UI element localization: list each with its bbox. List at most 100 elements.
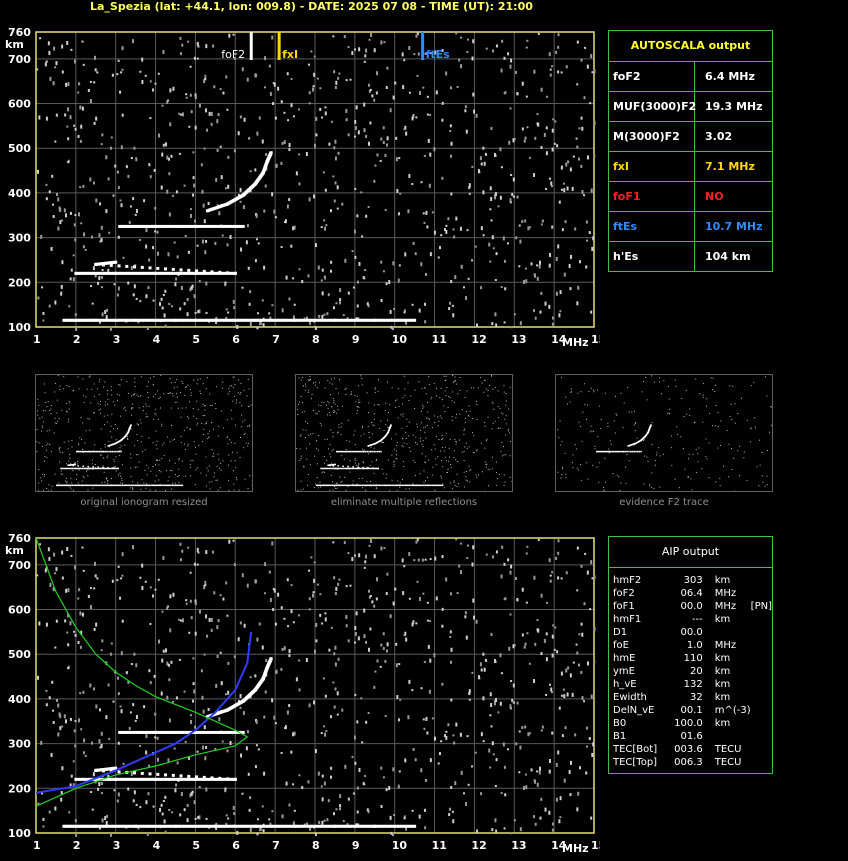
noise-dot — [554, 626, 557, 629]
noise-dot — [254, 765, 257, 769]
thumb-noise — [682, 448, 684, 450]
noise-dot — [152, 246, 155, 250]
noise-dot — [285, 275, 288, 280]
noise-dot — [551, 634, 554, 639]
noise-dot — [437, 256, 440, 259]
thumb-trace — [336, 484, 338, 487]
thumb-noise — [42, 445, 44, 447]
thumb-noise — [354, 430, 356, 432]
thumb-noise — [607, 425, 609, 427]
thumb-trace — [137, 484, 139, 487]
thumb-trace — [131, 484, 134, 487]
noise-dot — [385, 649, 388, 653]
thumb-noise — [414, 461, 416, 463]
thumb-noise — [189, 429, 191, 431]
noise-dot — [53, 552, 56, 557]
thumb-trace — [73, 484, 75, 487]
noise-dot — [382, 776, 385, 779]
thumb-noise — [119, 455, 121, 457]
thumb-trace — [343, 467, 345, 470]
noise-dot — [162, 799, 165, 802]
thumb-noise — [396, 490, 398, 491]
noise-dot — [292, 226, 295, 231]
marker-bar — [421, 32, 425, 60]
noise-dot — [98, 276, 101, 281]
thumb-trace — [624, 450, 627, 453]
noise-dot — [585, 771, 588, 775]
thumb-noise — [734, 403, 736, 405]
noise-dot — [503, 92, 506, 95]
noise-dot — [574, 733, 577, 737]
noise-dot — [61, 725, 64, 728]
y-unit-label: km — [5, 544, 24, 557]
noise-dot — [193, 183, 196, 188]
thumb-noise — [306, 484, 308, 486]
thumb-noise — [406, 418, 408, 420]
noise-dot — [204, 756, 207, 761]
thumb-noise — [337, 431, 339, 433]
thumb-noise — [68, 460, 70, 462]
thumb-trace — [353, 484, 355, 487]
thumb-noise — [213, 455, 215, 457]
thumb-noise — [167, 480, 169, 482]
thumb-noise — [183, 443, 185, 445]
noise-dot — [456, 86, 459, 89]
noise-dot — [313, 578, 316, 583]
trace-point — [140, 265, 144, 269]
noise-dot — [485, 553, 488, 556]
thumb-noise — [230, 441, 232, 443]
thumb-noise — [315, 412, 317, 414]
trace-point — [196, 224, 200, 228]
thumb-noise — [712, 388, 714, 390]
noise-dot — [99, 202, 102, 206]
noise-dot — [186, 312, 189, 317]
noise-dot — [560, 577, 563, 580]
thumb-noise — [404, 394, 406, 396]
thumb-noise — [205, 474, 207, 476]
noise-dot — [536, 113, 539, 116]
thumb-noise — [444, 456, 446, 458]
thumb-noise — [451, 416, 453, 418]
noise-dot — [482, 146, 485, 150]
thumb-noise — [333, 402, 335, 404]
y-tick-label: 200 — [8, 276, 31, 289]
thumb-noise — [77, 461, 79, 463]
noise-dot — [579, 260, 582, 264]
noise-dot — [585, 726, 588, 730]
thumb-noise — [154, 480, 156, 482]
thumb-noise — [136, 466, 138, 468]
trace-point — [201, 730, 205, 734]
thumb-trace — [73, 467, 75, 470]
thumb-noise — [706, 458, 708, 460]
thumb-noise — [209, 393, 211, 395]
noise-dot — [221, 740, 224, 743]
thumb-noise — [457, 393, 459, 395]
thumb-trace — [98, 450, 101, 453]
thumb-noise — [302, 488, 304, 490]
noise-dot — [40, 740, 43, 745]
x-tick-label: 6 — [232, 839, 240, 852]
thumb-noise — [419, 473, 421, 475]
noise-dot — [198, 279, 201, 282]
thumb-noise — [651, 472, 653, 474]
noise-dot — [495, 758, 498, 762]
noise-dot — [171, 700, 174, 703]
noise-dot — [249, 322, 252, 327]
noise-dot — [298, 659, 301, 662]
noise-dot — [240, 247, 243, 252]
noise-dot — [557, 750, 560, 755]
noise-dot — [428, 689, 431, 694]
noise-dot — [528, 662, 531, 665]
thumb-trace — [360, 450, 362, 453]
noise-dot — [141, 585, 144, 590]
noise-dot — [60, 797, 63, 802]
noise-dot — [494, 785, 497, 788]
thumb-trace — [358, 467, 361, 470]
noise-dot — [290, 609, 293, 614]
noise-dot — [205, 745, 208, 749]
noise-dot — [52, 215, 55, 219]
thumb-noise — [399, 486, 401, 488]
noise-dot — [113, 789, 116, 792]
noise-dot — [581, 126, 584, 131]
thumb-noise — [559, 444, 561, 446]
